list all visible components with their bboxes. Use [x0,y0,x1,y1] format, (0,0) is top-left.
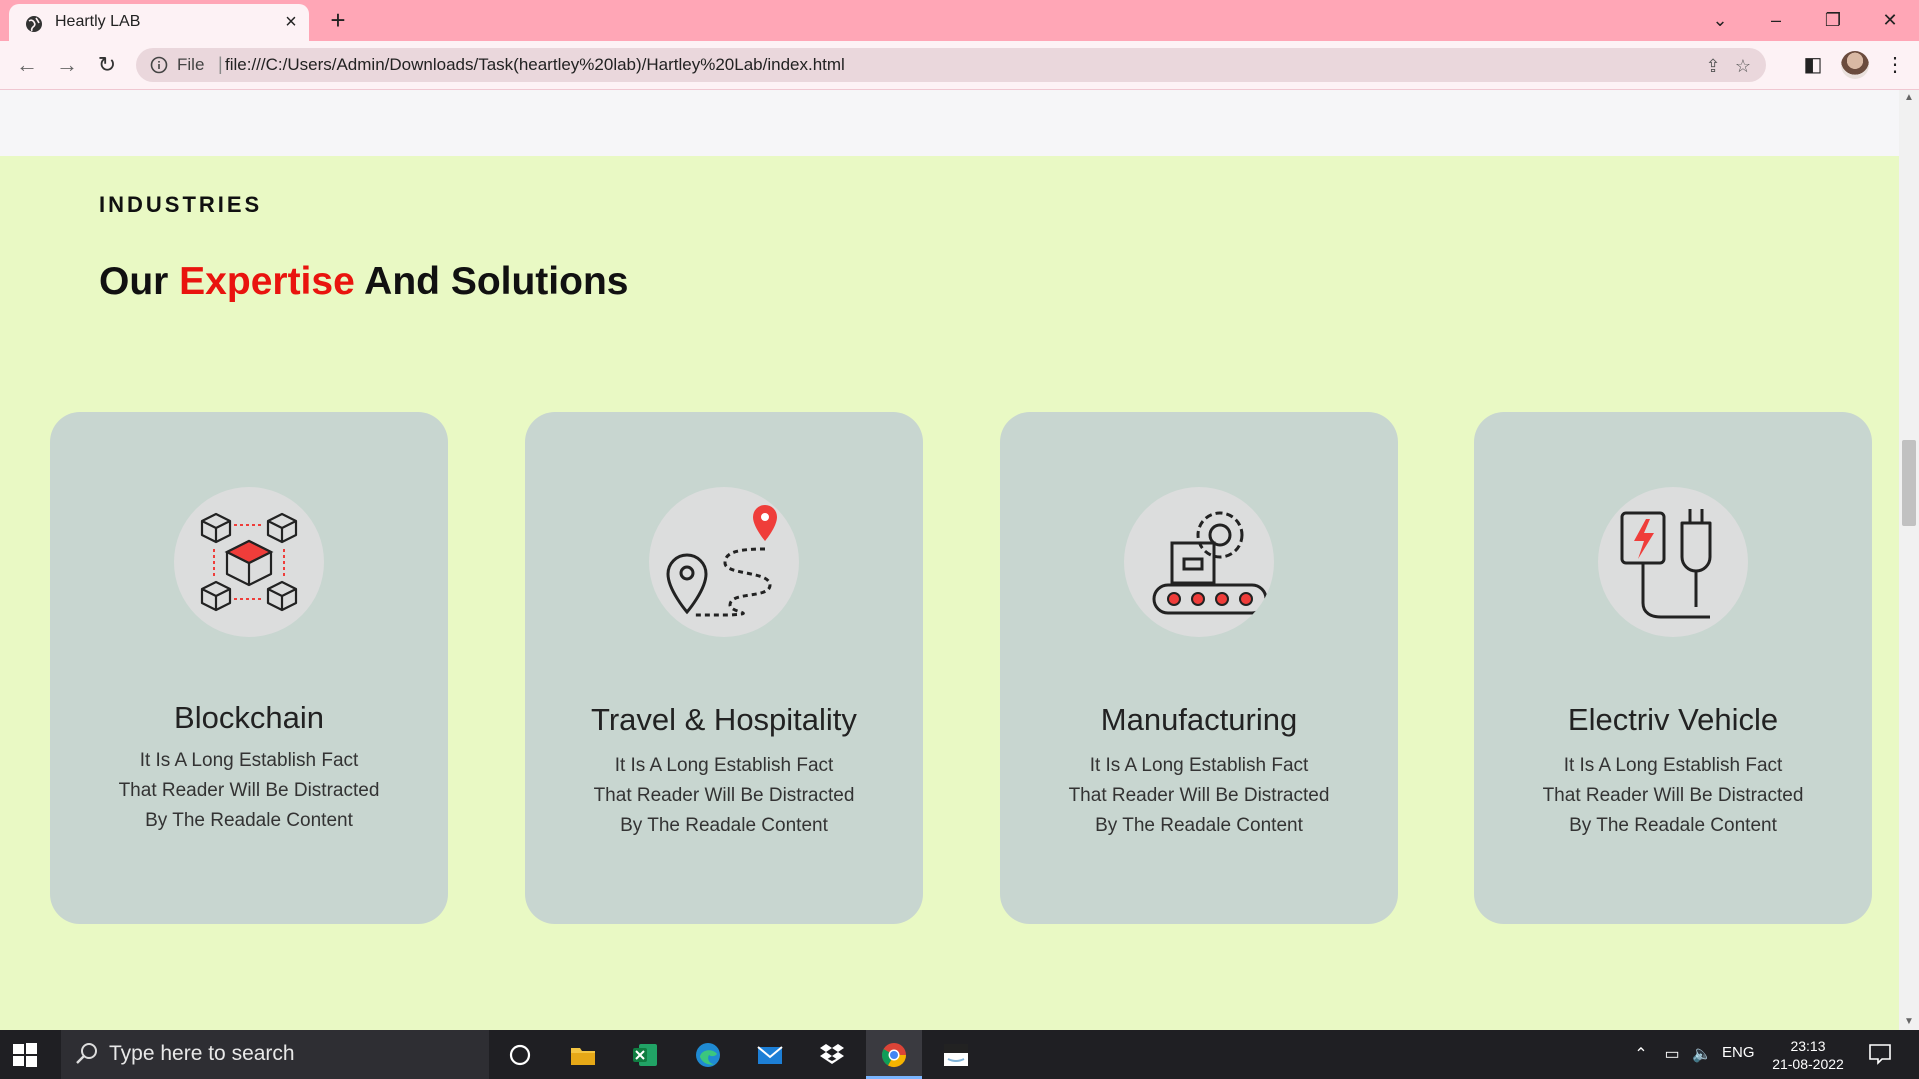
card-desc-line: It Is A Long Establish Fact [1089,755,1309,776]
tab-search-chevron-icon[interactable]: ⌄ [1700,6,1740,34]
bookmark-star-icon[interactable]: ☆ [1732,55,1754,77]
browser-tab-bar: Heartly LAB × + ⌄ – ❐ ✕ [0,0,1919,41]
heading-text-end: And Solutions [354,260,629,303]
reload-icon[interactable]: ↻ [93,51,121,79]
info-icon[interactable] [150,56,168,74]
section-eyebrow: INDUSTRIES [99,192,263,217]
card-desc-line: By The Readale Content [1569,815,1777,836]
card-desc-line: By The Readale Content [620,815,828,836]
clock-date: 21-08-2022 [1772,1056,1844,1072]
language-indicator[interactable]: ENG [1722,1044,1755,1061]
windows-start-icon[interactable] [12,1042,38,1068]
side-panel-icon[interactable]: ◧ [1800,52,1826,78]
card-desc-line: By The Readale Content [145,810,353,831]
card-desc-line: It Is A Long Establish Fact [614,755,834,776]
page-viewport: INDUSTRIES Our Expertise And Solutions B… [0,90,1899,1030]
windows-taskbar: Type here to search ⌃ ▭ 🔈 ENG 23:13 21-0… [0,1030,1919,1079]
card-title: Blockchain [174,700,324,735]
address-bar[interactable]: File | file:///C:/Users/Admin/Downloads/… [136,48,1766,82]
card-title: Manufacturing [1100,702,1298,737]
industry-card-blockchain[interactable]: Blockchain It Is A Long Establish Fact T… [50,412,448,924]
close-window-button[interactable]: ✕ [1870,6,1910,34]
card-description: It Is A Long Establish Fact That Reader … [1044,751,1354,841]
volume-icon[interactable]: 🔈 [1691,1044,1713,1066]
restore-button[interactable]: ❐ [1813,6,1853,34]
browser-tab[interactable]: Heartly LAB × [9,4,309,41]
browser-toolbar: ← → ↻ File | file:///C:/Users/Admin/Down… [0,41,1919,90]
tab-title: Heartly LAB [55,13,141,30]
industries-section: INDUSTRIES Our Expertise And Solutions B… [0,156,1899,1030]
share-icon[interactable]: ⇪ [1702,55,1724,77]
file-explorer-icon[interactable] [555,1030,611,1079]
blockchain-icon [174,487,324,637]
globe-icon [26,16,42,32]
back-arrow-icon[interactable]: ← [13,51,41,79]
edge-browser-icon[interactable] [680,1030,736,1079]
scroll-down-arrow-icon[interactable]: ▼ [1899,1014,1919,1030]
clock-time: 23:13 [1790,1038,1826,1054]
card-desc-line: That Reader Will Be Distracted [1542,785,1804,806]
card-desc-line: That Reader Will Be Distracted [118,780,380,801]
card-title: Travel & Hospitality [591,702,857,737]
card-desc-line: That Reader Will Be Distracted [1068,785,1330,806]
heading-text-start: Our [99,260,180,303]
scroll-up-arrow-icon[interactable]: ▲ [1899,90,1919,106]
card-description: It Is A Long Establish Fact That Reader … [1518,751,1828,841]
new-tab-button[interactable]: + [324,6,352,34]
amazon-app-icon[interactable] [928,1030,984,1079]
address-scheme-label: File [177,55,205,74]
industry-card-travel[interactable]: Travel & Hospitality It Is A Long Establ… [525,412,923,924]
profile-avatar[interactable] [1841,51,1869,79]
manufacturing-conveyor-icon [1124,487,1274,637]
card-desc-line: It Is A Long Establish Fact [1563,755,1783,776]
ev-charger-icon [1598,487,1748,637]
dropbox-icon[interactable] [804,1030,860,1079]
tab-close-icon[interactable]: × [279,10,303,34]
address-separator: | [218,54,223,74]
forward-arrow-icon[interactable]: → [53,51,81,79]
mail-icon[interactable] [742,1030,798,1079]
chrome-icon[interactable] [866,1030,922,1079]
menu-kebab-icon[interactable]: ⋮ [1882,52,1908,78]
card-description: It Is A Long Establish Fact That Reader … [94,746,404,836]
heading-accent-word: Expertise [179,260,355,303]
page-scrollbar[interactable]: ▲ ▼ [1899,90,1919,1030]
search-icon [76,1043,97,1064]
taskbar-search-box[interactable]: Type here to search [61,1030,489,1079]
task-view-icon[interactable] [492,1030,548,1079]
tray-chevron-up-icon[interactable]: ⌃ [1630,1044,1652,1066]
battery-icon[interactable]: ▭ [1661,1044,1683,1066]
scrollbar-thumb[interactable] [1902,440,1916,526]
url-text[interactable]: file:///C:/Users/Admin/Downloads/Task(he… [225,55,845,75]
card-desc-line: It Is A Long Establish Fact [139,750,359,771]
excel-icon[interactable] [617,1030,673,1079]
industry-card-ev[interactable]: Electriv Vehicle It Is A Long Establish … [1474,412,1872,924]
card-desc-line: That Reader Will Be Distracted [593,785,855,806]
card-description: It Is A Long Establish Fact That Reader … [569,751,879,841]
notification-icon[interactable] [1868,1043,1892,1065]
taskbar-clock[interactable]: 23:13 21-08-2022 [1770,1037,1846,1073]
minimize-button[interactable]: – [1756,6,1796,34]
search-placeholder: Type here to search [109,1042,295,1065]
section-heading: Our Expertise And Solutions [99,260,628,304]
travel-route-icon [649,487,799,637]
card-title: Electriv Vehicle [1567,702,1779,737]
card-desc-line: By The Readale Content [1095,815,1303,836]
industry-card-manufacturing[interactable]: Manufacturing It Is A Long Establish Fac… [1000,412,1398,924]
